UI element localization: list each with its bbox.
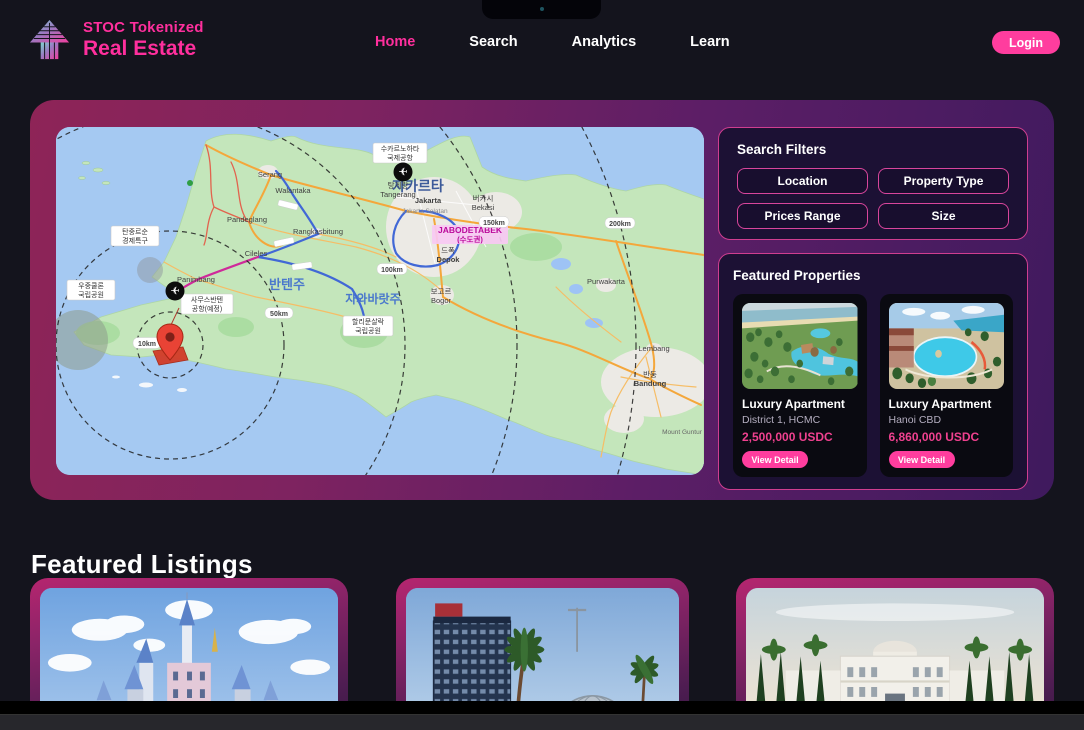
svg-text:Mount Guntur: Mount Guntur xyxy=(662,429,703,436)
svg-text:Pandeglang: Pandeglang xyxy=(227,215,267,224)
airplane-icon-shia: ✈ xyxy=(394,163,413,182)
svg-text:Jakarta Selatan: Jakarta Selatan xyxy=(402,208,448,215)
tanjung-zone-circle xyxy=(137,257,163,283)
svg-text:할리문살락: 할리문살락 xyxy=(352,317,385,326)
svg-text:50km: 50km xyxy=(270,311,288,318)
hero-side-column: Search Filters Location Property Type Pr… xyxy=(718,127,1028,473)
area-label-banten: 반텐주 xyxy=(269,277,305,292)
svg-text:탕게랑: 탕게랑 xyxy=(388,180,409,190)
svg-text:드폭: 드폭 xyxy=(441,246,455,255)
nav-item-home[interactable]: Home xyxy=(375,34,415,50)
filter-size-button[interactable]: Size xyxy=(878,203,1009,229)
device-bezel-black xyxy=(0,701,1084,714)
svg-text:Panimbang: Panimbang xyxy=(177,275,215,284)
property-photo-hanoi xyxy=(889,303,1005,389)
svg-text:Bandung: Bandung xyxy=(634,379,667,388)
svg-text:버카시: 버카시 xyxy=(473,193,494,203)
filter-grid: Location Property Type Prices Range Size xyxy=(737,168,1009,229)
svg-text:Bekasi: Bekasi xyxy=(472,203,495,212)
property-price: 6,860,000 USDC xyxy=(889,430,1005,444)
svg-text:(수도권): (수도권) xyxy=(457,234,483,244)
view-detail-button[interactable]: View Detail xyxy=(889,451,955,468)
search-filters-title: Search Filters xyxy=(737,142,1009,157)
property-name: Luxury Apartment xyxy=(742,397,858,411)
svg-text:Tangerang: Tangerang xyxy=(380,190,415,199)
svg-text:Cileles: Cileles xyxy=(245,249,268,258)
airplane-icon-banten: ✈ xyxy=(166,282,185,301)
svg-text:100km: 100km xyxy=(381,267,403,274)
property-location: District 1, HCMC xyxy=(742,414,858,426)
nav-item-analytics[interactable]: Analytics xyxy=(572,34,636,50)
svg-text:Serang: Serang xyxy=(258,170,282,179)
property-photo-hcmc xyxy=(742,303,858,389)
map-container[interactable]: 자카르타 반텐주 자와바랏주 탕게랑 Tangerang Jakarta Jak… xyxy=(56,127,704,475)
brand-logo-block[interactable]: STOC Tokenized Real Estate xyxy=(26,17,204,64)
svg-text:Jakarta: Jakarta xyxy=(415,196,442,205)
arrow-logo-icon xyxy=(26,17,73,64)
svg-text:반둥: 반둥 xyxy=(643,370,657,379)
filter-property-type-button[interactable]: Property Type xyxy=(878,168,1009,194)
svg-text:국립공원: 국립공원 xyxy=(355,326,381,335)
map-canvas: 자카르타 반텐주 자와바랏주 탕게랑 Tangerang Jakarta Jak… xyxy=(56,127,704,475)
svg-text:사무스반텐: 사무스반텐 xyxy=(191,295,223,304)
svg-text:Depok: Depok xyxy=(437,255,461,264)
device-bezel-gray xyxy=(0,714,1084,730)
jabodetabek-highlight: JABODETABEK (수도권) xyxy=(432,225,508,244)
svg-text:✈: ✈ xyxy=(170,286,179,298)
resort-aerial-photo xyxy=(742,303,858,389)
nav-item-search[interactable]: Search xyxy=(469,34,517,50)
property-price: 2,500,000 USDC xyxy=(742,430,858,444)
svg-text:Purwakarta: Purwakarta xyxy=(587,277,626,286)
svg-text:Bogor: Bogor xyxy=(431,296,452,305)
nav-item-learn[interactable]: Learn xyxy=(690,34,730,50)
property-location: Hanoi CBD xyxy=(889,414,1005,426)
app-screen: STOC Tokenized Real Estate Home Search A… xyxy=(0,0,1084,730)
brand-line1: STOC Tokenized xyxy=(83,20,204,37)
filter-location-button[interactable]: Location xyxy=(737,168,868,194)
brand-line2: Real Estate xyxy=(83,37,204,61)
main-nav: Home Search Analytics Learn xyxy=(375,34,730,50)
svg-text:Lembang: Lembang xyxy=(638,344,669,353)
svg-text:우중쿨론: 우중쿨론 xyxy=(78,282,104,290)
filter-prices-range-button[interactable]: Prices Range xyxy=(737,203,868,229)
park-poi-icon xyxy=(187,180,193,186)
svg-text:✈: ✈ xyxy=(398,167,407,179)
svg-text:수카르노하타: 수카르노하타 xyxy=(381,144,420,153)
featured-listings-title: Featured Listings xyxy=(31,549,253,580)
search-filters-panel: Search Filters Location Property Type Pr… xyxy=(718,127,1028,240)
featured-properties-title: Featured Properties xyxy=(733,268,1013,283)
svg-text:200km: 200km xyxy=(609,221,631,228)
area-label-west-java: 자와바랏주 xyxy=(345,291,400,306)
pool-resort-photo xyxy=(889,303,1005,389)
device-notch xyxy=(482,0,601,19)
featured-properties-panel: Featured Properties xyxy=(718,253,1028,490)
svg-text:경제특구: 경제특구 xyxy=(122,236,148,245)
property-card-hanoi[interactable]: Luxury Apartment Hanoi CBD 6,860,000 USD… xyxy=(880,294,1014,477)
view-detail-button[interactable]: View Detail xyxy=(742,451,808,468)
svg-text:10km: 10km xyxy=(138,341,156,348)
svg-text:Walantaka: Walantaka xyxy=(275,186,311,195)
svg-text:공항(예정): 공항(예정) xyxy=(192,304,222,313)
svg-text:150km: 150km xyxy=(483,220,505,227)
hero-panel: 자카르타 반텐주 자와바랏주 탕게랑 Tangerang Jakarta Jak… xyxy=(30,100,1054,500)
property-name: Luxury Apartment xyxy=(889,397,1005,411)
svg-text:국제공항: 국제공항 xyxy=(387,153,413,162)
svg-text:보고르: 보고르 xyxy=(431,287,452,296)
svg-text:Rangkasbitung: Rangkasbitung xyxy=(293,227,343,236)
svg-text:탄중르순: 탄중르순 xyxy=(122,227,148,236)
property-cards-row: Luxury Apartment District 1, HCMC 2,500,… xyxy=(733,294,1013,477)
camera-dot xyxy=(540,7,544,11)
property-card-hcmc[interactable]: Luxury Apartment District 1, HCMC 2,500,… xyxy=(733,294,867,477)
login-button[interactable]: Login xyxy=(992,31,1060,54)
svg-text:국립공원: 국립공원 xyxy=(78,290,104,299)
